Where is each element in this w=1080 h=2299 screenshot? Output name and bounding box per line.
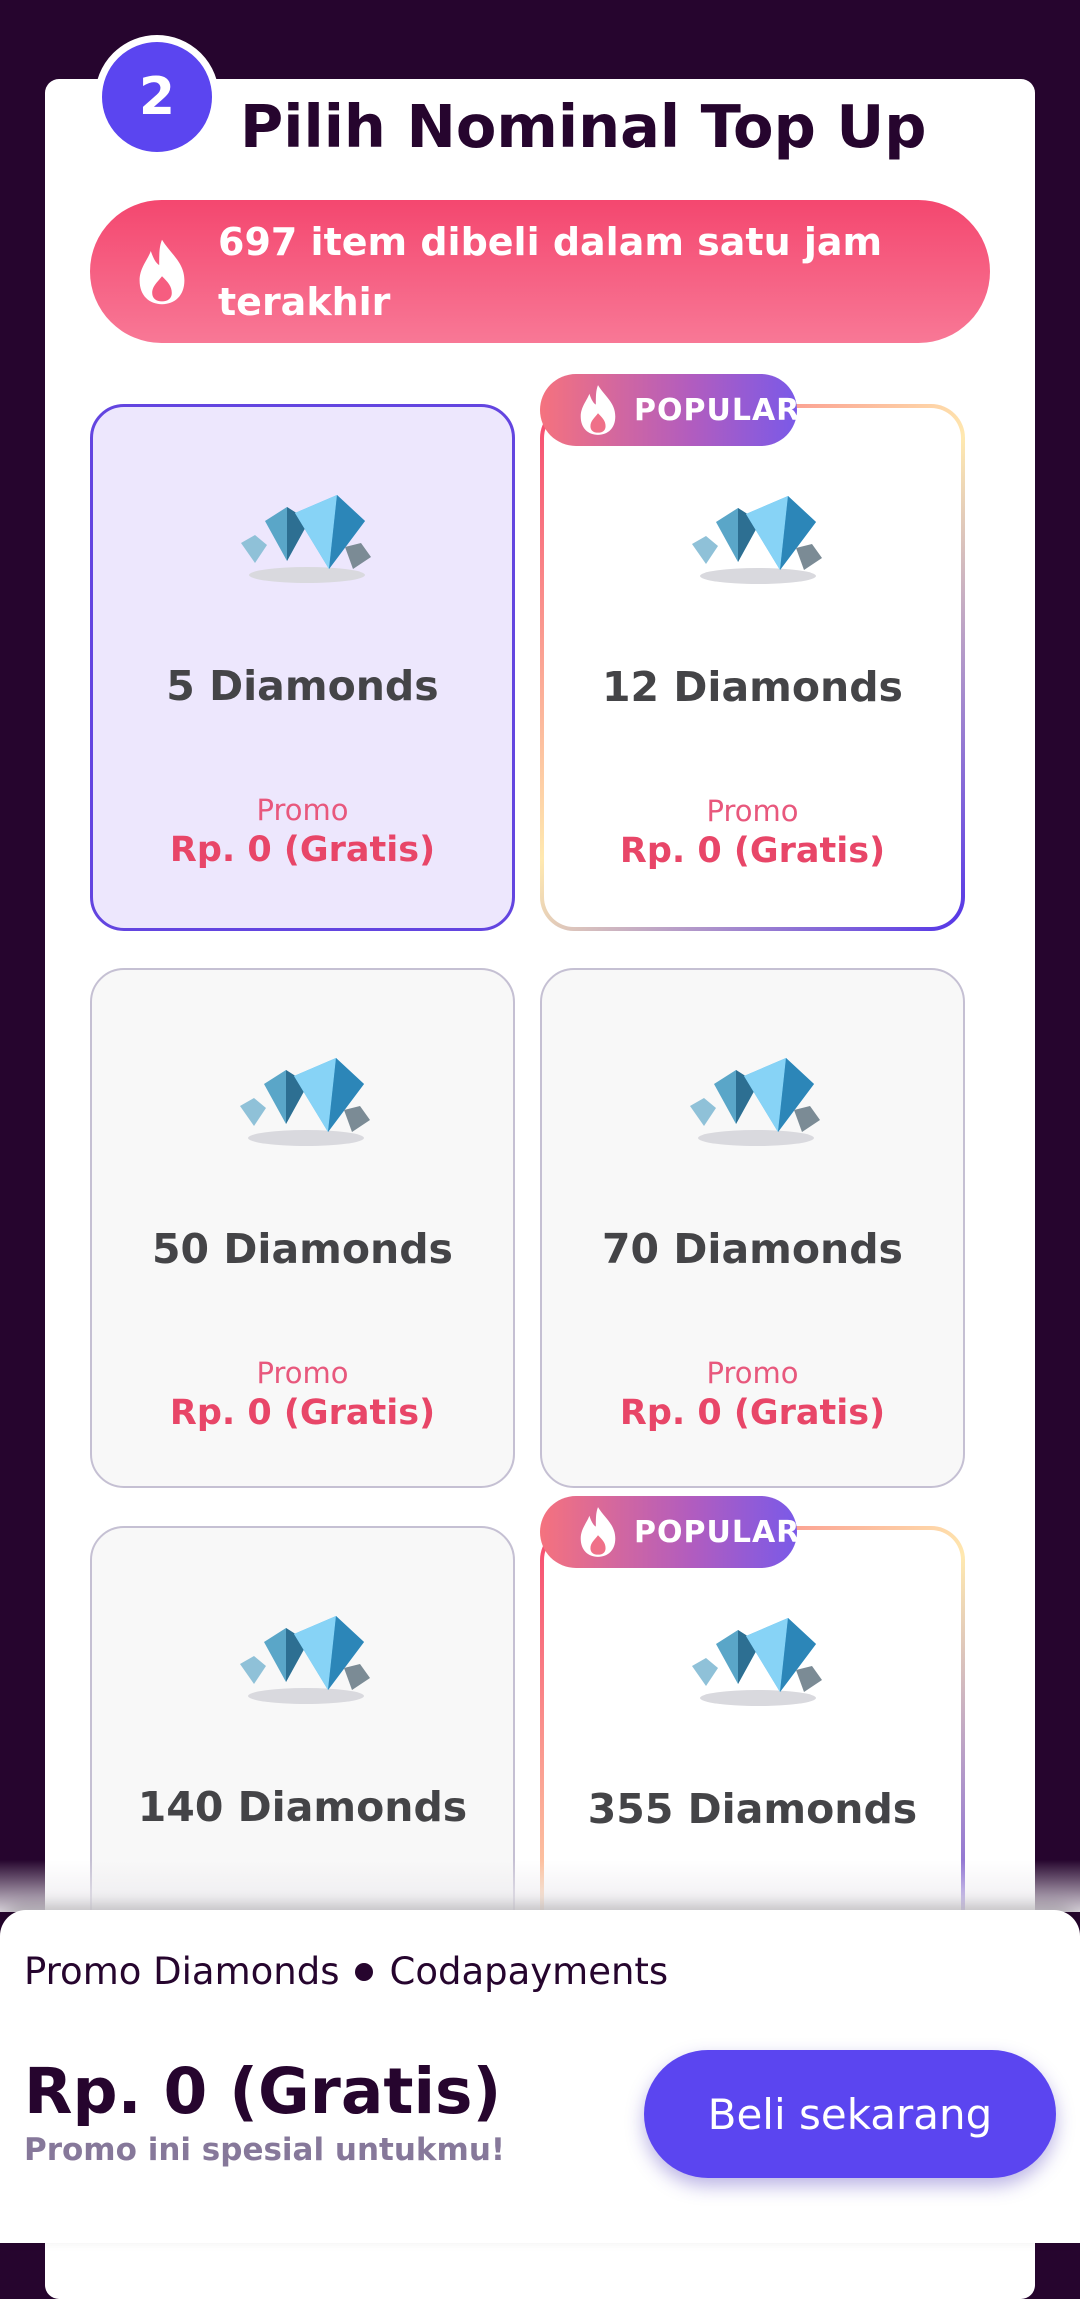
nominal-option-5-diamonds[interactable]: 5 Diamonds Promo Rp. 0 (Gratis)	[90, 404, 515, 931]
scroll-fade	[0, 1860, 1080, 1912]
item-name: 5 Diamonds	[166, 662, 439, 710]
buy-now-label: Beli sekarang	[707, 2089, 993, 2139]
order-summary: Promo Diamonds Codapayments	[24, 1950, 668, 1993]
item-promo-label: Promo	[706, 1356, 799, 1390]
step-number: 2	[138, 67, 176, 127]
diamond-image	[241, 495, 371, 583]
summary-provider: Codapayments	[389, 1950, 669, 1993]
item-price: Rp. 0 (Gratis)	[619, 831, 886, 871]
diamond-image	[690, 1058, 820, 1146]
nominal-option-50-diamonds[interactable]: 50 Diamonds Promo Rp. 0 (Gratis)	[90, 968, 515, 1488]
popular-badge: POPULAR	[540, 1496, 801, 1568]
popular-badge: POPULAR	[540, 374, 801, 446]
flame-icon	[580, 385, 616, 435]
purchase-activity-banner: 697 item dibeli dalam satu jam terakhir	[90, 200, 990, 343]
diamond-image	[240, 1616, 370, 1704]
item-promo-label: Promo	[256, 1356, 349, 1390]
item-name: 12 Diamonds	[602, 663, 903, 711]
diamond-image	[692, 1618, 822, 1706]
nominal-option-70-diamonds[interactable]: 70 Diamonds Promo Rp. 0 (Gratis)	[540, 968, 965, 1488]
item-name: 70 Diamonds	[602, 1225, 903, 1273]
popular-label: POPULAR	[634, 1514, 801, 1550]
total-price: Rp. 0 (Gratis)	[24, 2055, 502, 2128]
flame-icon	[580, 1507, 616, 1557]
item-price: Rp. 0 (Gratis)	[169, 830, 436, 870]
flame-icon	[139, 239, 185, 304]
section-title: Pilih Nominal Top Up	[240, 92, 927, 161]
step-number-badge: 2	[95, 35, 219, 159]
buy-now-button[interactable]: Beli sekarang	[644, 2050, 1056, 2178]
banner-text: 697 item dibeli dalam satu jam terakhir	[218, 219, 883, 324]
promo-note: Promo ini spesial untukmu!	[24, 2132, 506, 2168]
popular-label: POPULAR	[634, 392, 801, 428]
item-name: 50 Diamonds	[152, 1225, 453, 1273]
summary-product: Promo Diamonds	[24, 1950, 340, 1993]
item-promo-label: Promo	[706, 794, 799, 828]
item-promo-label: Promo	[256, 793, 349, 827]
checkout-bar: Promo Diamonds Codapayments Rp. 0 (Grati…	[0, 1910, 1080, 2243]
item-price: Rp. 0 (Gratis)	[169, 1393, 436, 1433]
separator-dot	[355, 1962, 374, 1981]
item-name: 140 Diamonds	[137, 1783, 468, 1831]
diamond-image	[692, 496, 822, 584]
item-price: Rp. 0 (Gratis)	[619, 1393, 886, 1433]
nominal-option-12-diamonds[interactable]: 12 Diamonds Promo Rp. 0 (Gratis)	[540, 404, 965, 931]
diamond-image	[240, 1058, 370, 1146]
item-name: 355 Diamonds	[587, 1785, 918, 1833]
